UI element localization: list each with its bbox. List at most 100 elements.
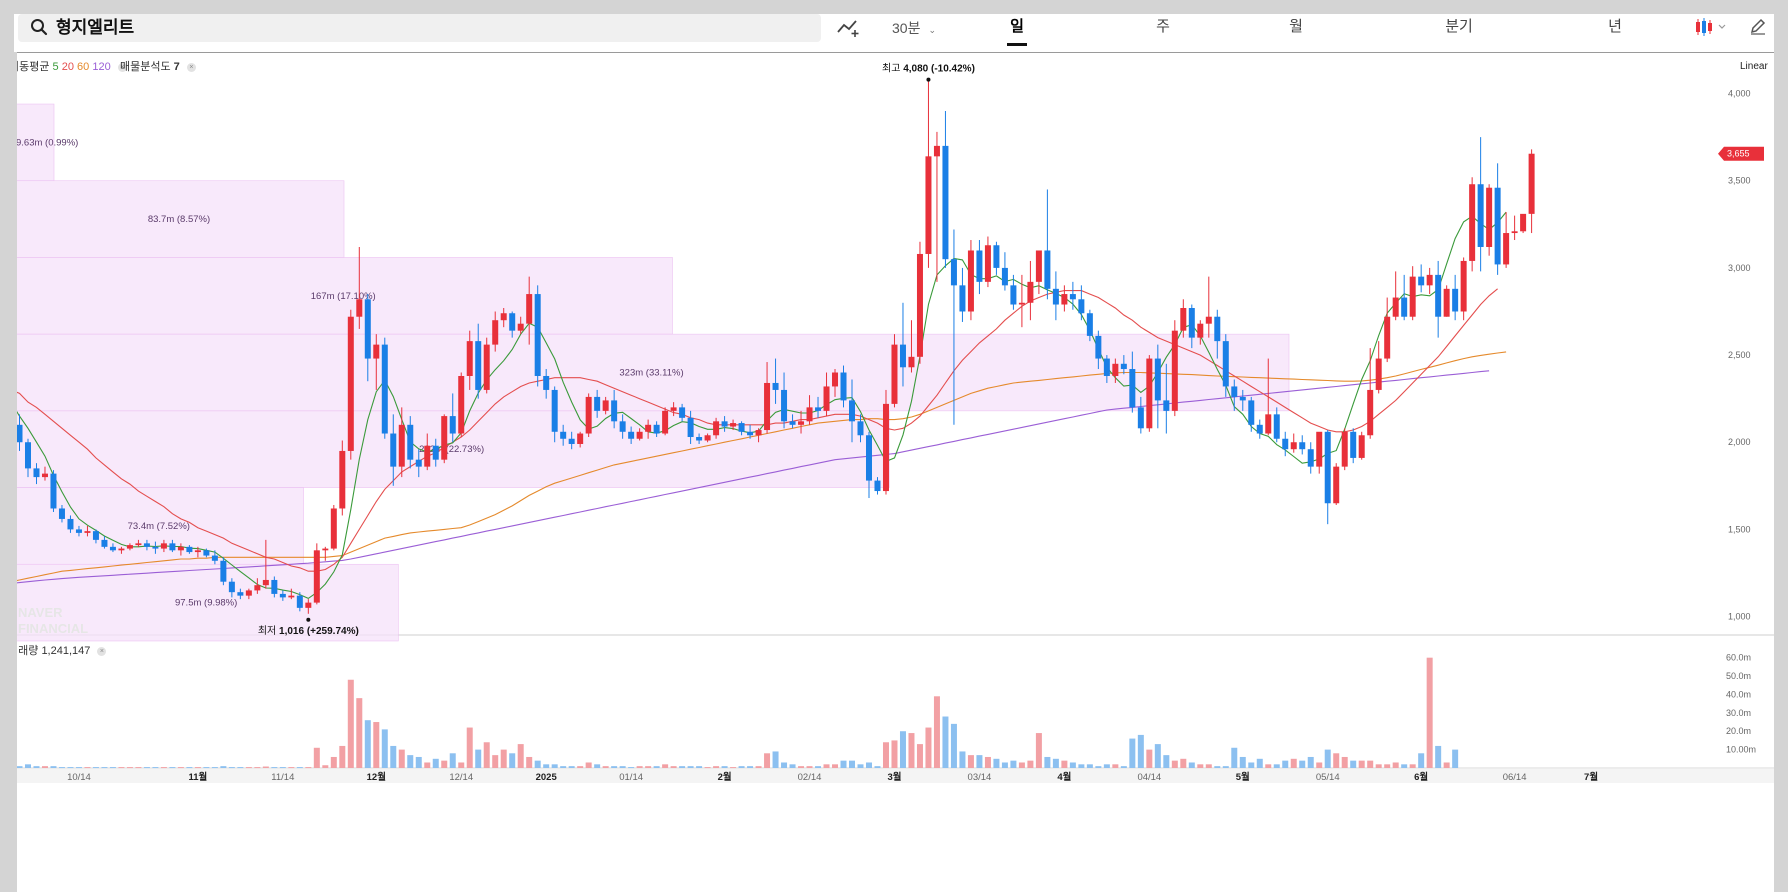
candle-body (58, 508, 65, 519)
candle-body (135, 543, 142, 546)
volume-tick-label: 40.0m (1726, 689, 1751, 699)
candle-body (16, 424, 23, 443)
candle-body (1239, 396, 1246, 401)
volume-bar (713, 766, 720, 768)
volume-bar (449, 753, 456, 768)
candle-body (1154, 358, 1161, 401)
candle-body (908, 356, 915, 368)
volume-bar (577, 766, 584, 768)
volume-bar (1375, 764, 1382, 768)
candle-body (789, 421, 796, 425)
volume-bar (1316, 762, 1323, 768)
volume-bar (160, 767, 167, 769)
candle-body (1503, 233, 1510, 265)
candle-body (772, 382, 779, 390)
x-tick-label: 06/14 (1503, 772, 1527, 783)
volume-profile-label: 83.7m (8.57%) (148, 214, 210, 225)
candle-body (781, 389, 788, 422)
volume-bar (849, 760, 856, 768)
volume-bar (1358, 760, 1365, 768)
x-tick-label: 01/14 (619, 772, 643, 783)
volume-bar (1205, 764, 1212, 768)
volume-bar (84, 767, 91, 769)
volume-bar (322, 765, 329, 768)
candle-body (279, 593, 286, 598)
candle-body (1112, 363, 1119, 376)
volume-bar (1401, 764, 1408, 768)
volume-bar (509, 753, 516, 768)
candle-body (330, 508, 337, 549)
volume-bar (976, 755, 983, 768)
volume-bar (1197, 764, 1204, 768)
volume-bar (1418, 753, 1425, 768)
y-tick-label: 2,000 (1728, 437, 1751, 447)
x-tick-label: 3월 (887, 771, 901, 783)
candle-body (1358, 435, 1365, 458)
volume-bar (356, 698, 363, 768)
volume-bar (925, 727, 932, 768)
volume-tick-label: 20.0m (1726, 726, 1751, 736)
volume-bar (755, 766, 762, 768)
volume-bar (840, 760, 847, 768)
volume-bar (645, 766, 652, 768)
candle-body (1129, 369, 1136, 408)
candle-body (1197, 323, 1204, 338)
volume-bar (611, 766, 618, 768)
candle-body (967, 250, 974, 312)
candle-body (1477, 184, 1484, 247)
candle-body (1027, 281, 1034, 303)
candle-body (1435, 274, 1442, 317)
candle-body (1443, 288, 1450, 317)
volume-bar (1044, 756, 1051, 768)
volume-bar (687, 766, 694, 768)
candle-body (1120, 363, 1127, 370)
candle-body (509, 313, 516, 331)
candle-body (41, 473, 48, 478)
candle-body (1452, 288, 1459, 312)
candle-body (424, 445, 431, 467)
candle-body (1018, 302, 1025, 305)
volume-bar (1273, 764, 1280, 768)
candle-body (271, 579, 278, 594)
candle-body (1163, 400, 1170, 411)
x-tick-label: 12/14 (449, 772, 473, 783)
candle-body (109, 546, 116, 551)
candle-body (849, 400, 856, 422)
candle-body (764, 382, 771, 431)
volume-bar (1392, 762, 1399, 768)
volume-bar (1256, 758, 1263, 768)
volume-bar (1010, 760, 1017, 768)
candle-body (186, 546, 193, 553)
volume-bar (1239, 756, 1246, 768)
candle-body (398, 424, 405, 467)
candle-body (1086, 313, 1093, 336)
volume-bar (75, 767, 82, 769)
volume-bar (832, 764, 839, 768)
volume-bar (882, 742, 889, 768)
volume-bar (1307, 756, 1314, 768)
volume-bar (772, 751, 779, 768)
candle-body (891, 344, 898, 404)
high-label: 최고 4,080 (-10.42%) (882, 63, 975, 75)
candle-body (602, 400, 609, 411)
volume-bar (1426, 657, 1433, 768)
x-tick-label: 2월 (718, 771, 732, 783)
volume-bar (1027, 760, 1034, 768)
volume-bar (500, 749, 507, 768)
volume-bar (143, 767, 150, 769)
candle-body (696, 437, 703, 441)
volume-bar (152, 767, 159, 769)
volume-bar (1409, 764, 1416, 768)
volume-tick-label: 50.0m (1726, 671, 1751, 681)
volume-bar (398, 749, 405, 768)
candle-body (1392, 297, 1399, 317)
candle-body (1035, 250, 1042, 282)
volume-bar (865, 762, 872, 768)
candle-body (1333, 466, 1340, 504)
volume-bar (483, 742, 490, 768)
candle-body (415, 459, 422, 467)
volume-bar (1103, 764, 1110, 768)
volume-bar (789, 764, 796, 768)
price-chart[interactable]: 9.63m (0.99%)83.7m (8.57%)167m (17.10%)3… (14, 14, 1774, 892)
candle-body (628, 431, 635, 439)
